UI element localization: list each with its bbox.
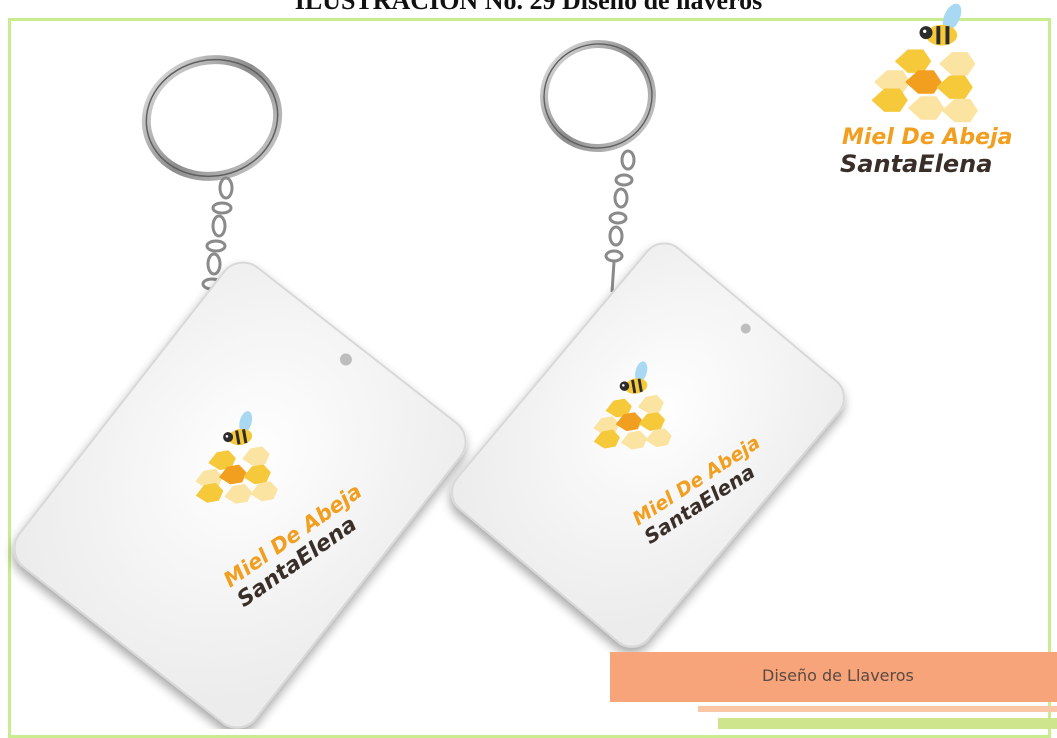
brand-logo: Miel De Abeja SantaElena	[840, 0, 1012, 178]
footer-label: Diseño de Llaveros	[762, 666, 914, 685]
keychain-right: Miel De Abeja SantaElena	[450, 39, 846, 648]
footer-accent-bar	[718, 718, 1057, 729]
footer-divider	[698, 706, 1057, 712]
key-ring-icon	[540, 39, 656, 153]
keychain-left: Miel De Abeja SantaElena	[13, 55, 467, 729]
logo-line1: Miel De Abeja	[842, 125, 1012, 150]
key-ring-icon	[141, 55, 283, 181]
keychain-illustration: Miel De Abeja SantaElena Miel De Abeja S…	[13, 0, 1012, 729]
logo-line2: SantaElena	[840, 150, 992, 178]
